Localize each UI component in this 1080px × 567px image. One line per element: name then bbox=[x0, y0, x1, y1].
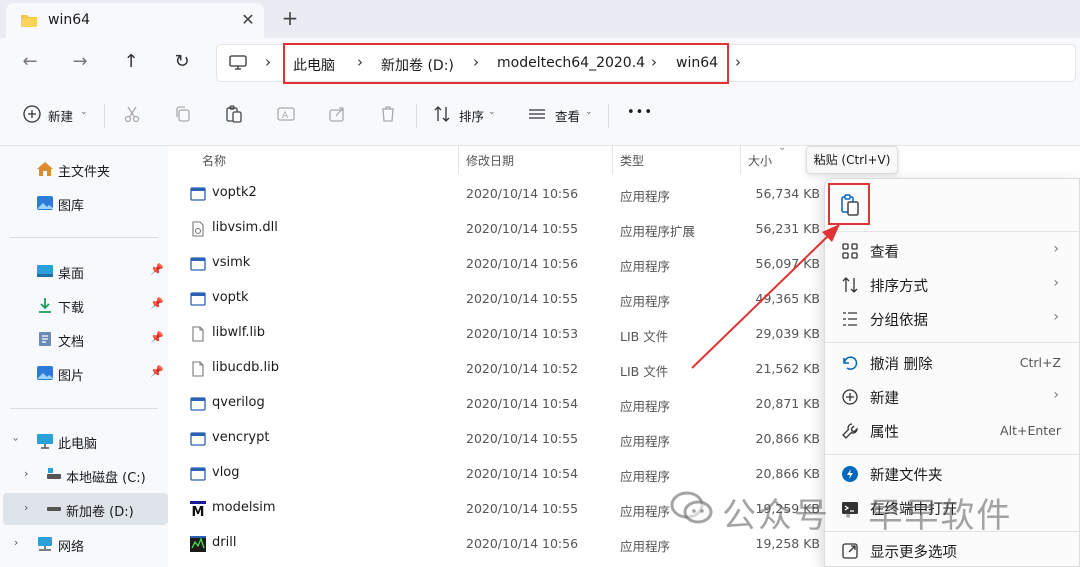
annotation-arrow bbox=[691, 224, 840, 369]
